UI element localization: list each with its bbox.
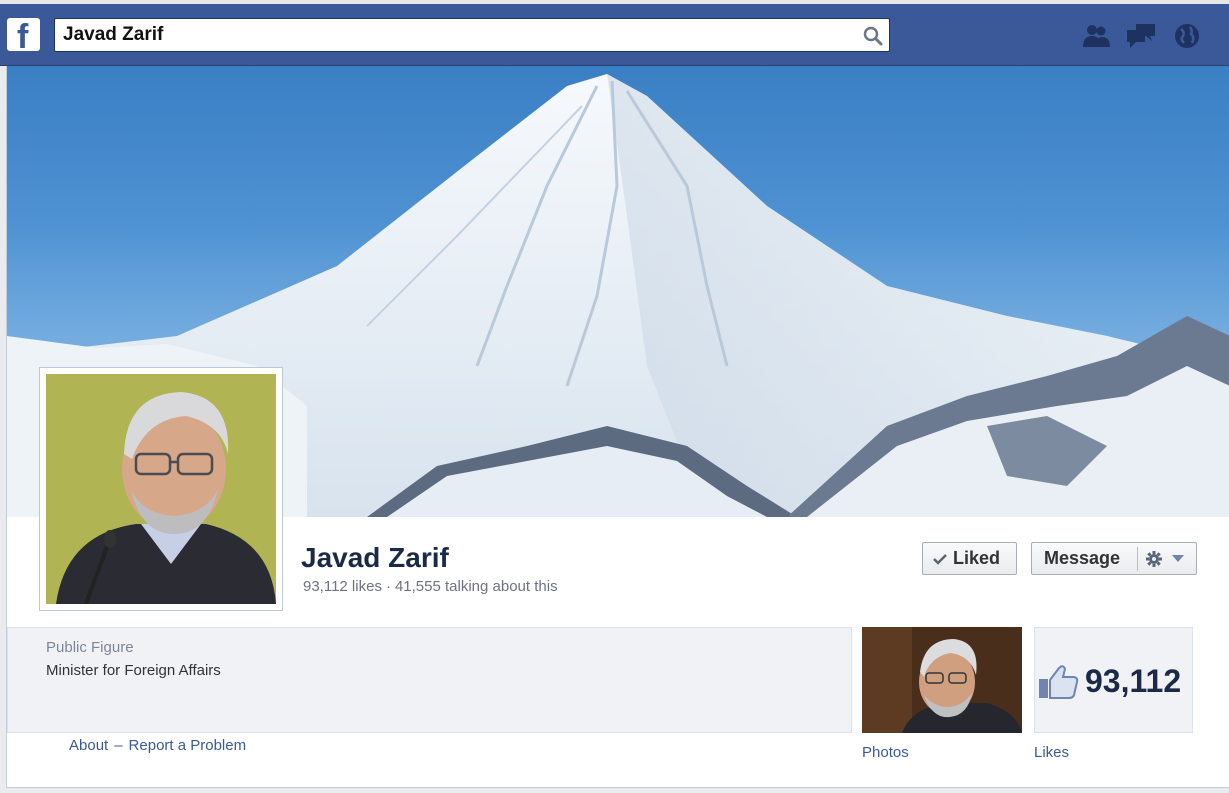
- profile-picture-frame[interactable]: [39, 367, 283, 611]
- facebook-logo-icon[interactable]: f: [7, 18, 40, 56]
- page-stats: 93,112 likes · 41,555 talking about this: [303, 578, 558, 595]
- profile-portrait-image: [46, 374, 276, 604]
- search-input[interactable]: [63, 23, 843, 47]
- page-title: Javad Zarif: [301, 542, 449, 573]
- message-button[interactable]: Message: [1044, 548, 1120, 569]
- search-icon[interactable]: [863, 26, 883, 46]
- talking-about-text: 41,555 talking about this: [394, 578, 558, 595]
- about-link[interactable]: About: [69, 737, 108, 754]
- likes-total: 93,112: [1085, 663, 1182, 699]
- gear-icon[interactable]: [1145, 550, 1163, 568]
- liked-button[interactable]: Liked: [922, 542, 1017, 575]
- message-button-group: Message: [1031, 542, 1197, 575]
- photos-tile[interactable]: [862, 627, 1022, 733]
- friend-requests-icon[interactable]: [1080, 21, 1112, 51]
- search-bar[interactable]: [54, 18, 890, 52]
- about-box: Public Figure Minister for Foreign Affai…: [7, 627, 852, 733]
- photos-link[interactable]: Photos: [862, 744, 909, 761]
- stats-separator: ·: [385, 578, 391, 595]
- chevron-down-icon[interactable]: [1172, 555, 1184, 562]
- globe-notifications-icon[interactable]: [1171, 21, 1203, 51]
- button-divider: [1137, 547, 1138, 571]
- top-navigation-bar: f: [0, 0, 1229, 66]
- report-problem-link[interactable]: Report a Problem: [129, 737, 247, 754]
- likes-tile[interactable]: 93,112: [1034, 627, 1193, 733]
- footer-links: About – Report a Problem: [69, 737, 246, 754]
- likes-count-text[interactable]: 93,112 likes: [303, 578, 382, 595]
- liked-button-label: Liked: [953, 548, 1001, 568]
- messages-icon[interactable]: [1125, 21, 1157, 51]
- page-container: Javad Zarif 93,112 likes · 41,555 talking …: [6, 66, 1229, 788]
- page-description: Minister for Foreign Affairs: [46, 662, 221, 679]
- photos-thumbnail-image: [862, 627, 1022, 733]
- page-category: Public Figure: [46, 639, 134, 656]
- profile-picture[interactable]: [46, 374, 276, 604]
- thumbs-up-icon: [1039, 665, 1079, 699]
- browser-strip: [0, 0, 1229, 4]
- likes-link[interactable]: Likes: [1034, 744, 1069, 761]
- footer-separator: –: [114, 737, 123, 754]
- checkmark-icon: [933, 553, 947, 565]
